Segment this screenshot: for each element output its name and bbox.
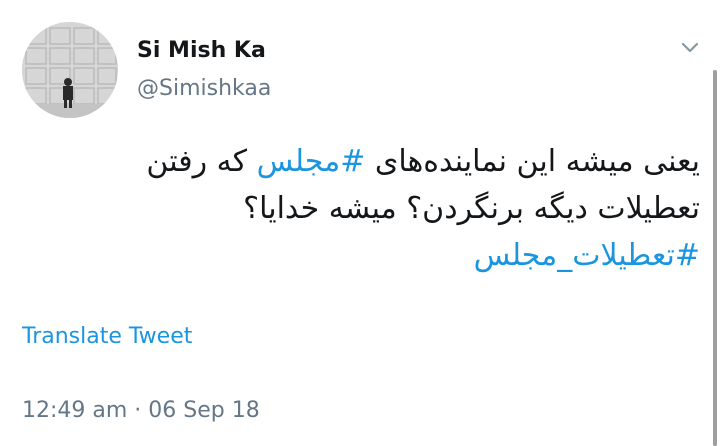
chevron-down-icon	[681, 42, 699, 53]
tweet-card: Si Mish Ka @Simishkaa یعنی میشه این نمای…	[0, 0, 720, 446]
avatar[interactable]	[22, 22, 118, 118]
scrollbar-thumb[interactable]	[713, 70, 717, 446]
tweet-timestamp[interactable]: 12:49 am · 06 Sep 18	[22, 398, 260, 423]
hashtag-link[interactable]: #تعطیلات_مجلس	[474, 238, 700, 273]
tweet-menu-button[interactable]	[676, 36, 704, 60]
tweet-text-segment: که رفتن	[146, 144, 257, 179]
author-handle[interactable]: @Simishkaa	[137, 76, 271, 101]
avatar-image	[22, 22, 118, 118]
tweet-line-3: #تعطیلات_مجلس	[10, 232, 700, 279]
tweet-text: یعنی میشه این نماینده‌های #مجلس که رفتن …	[10, 138, 700, 279]
tweet-line-2: تعطیلات دیگه برنگردن؟ میشه خدایا؟	[243, 191, 700, 226]
hashtag-link[interactable]: #مجلس	[257, 144, 366, 179]
tweet-line-1: یعنی میشه این نماینده‌های #مجلس که رفتن	[10, 138, 700, 185]
tweet-text-segment: یعنی میشه این نماینده‌های	[365, 144, 700, 179]
translate-tweet-link[interactable]: Translate Tweet	[22, 324, 192, 349]
author-name[interactable]: Si Mish Ka	[137, 38, 266, 63]
